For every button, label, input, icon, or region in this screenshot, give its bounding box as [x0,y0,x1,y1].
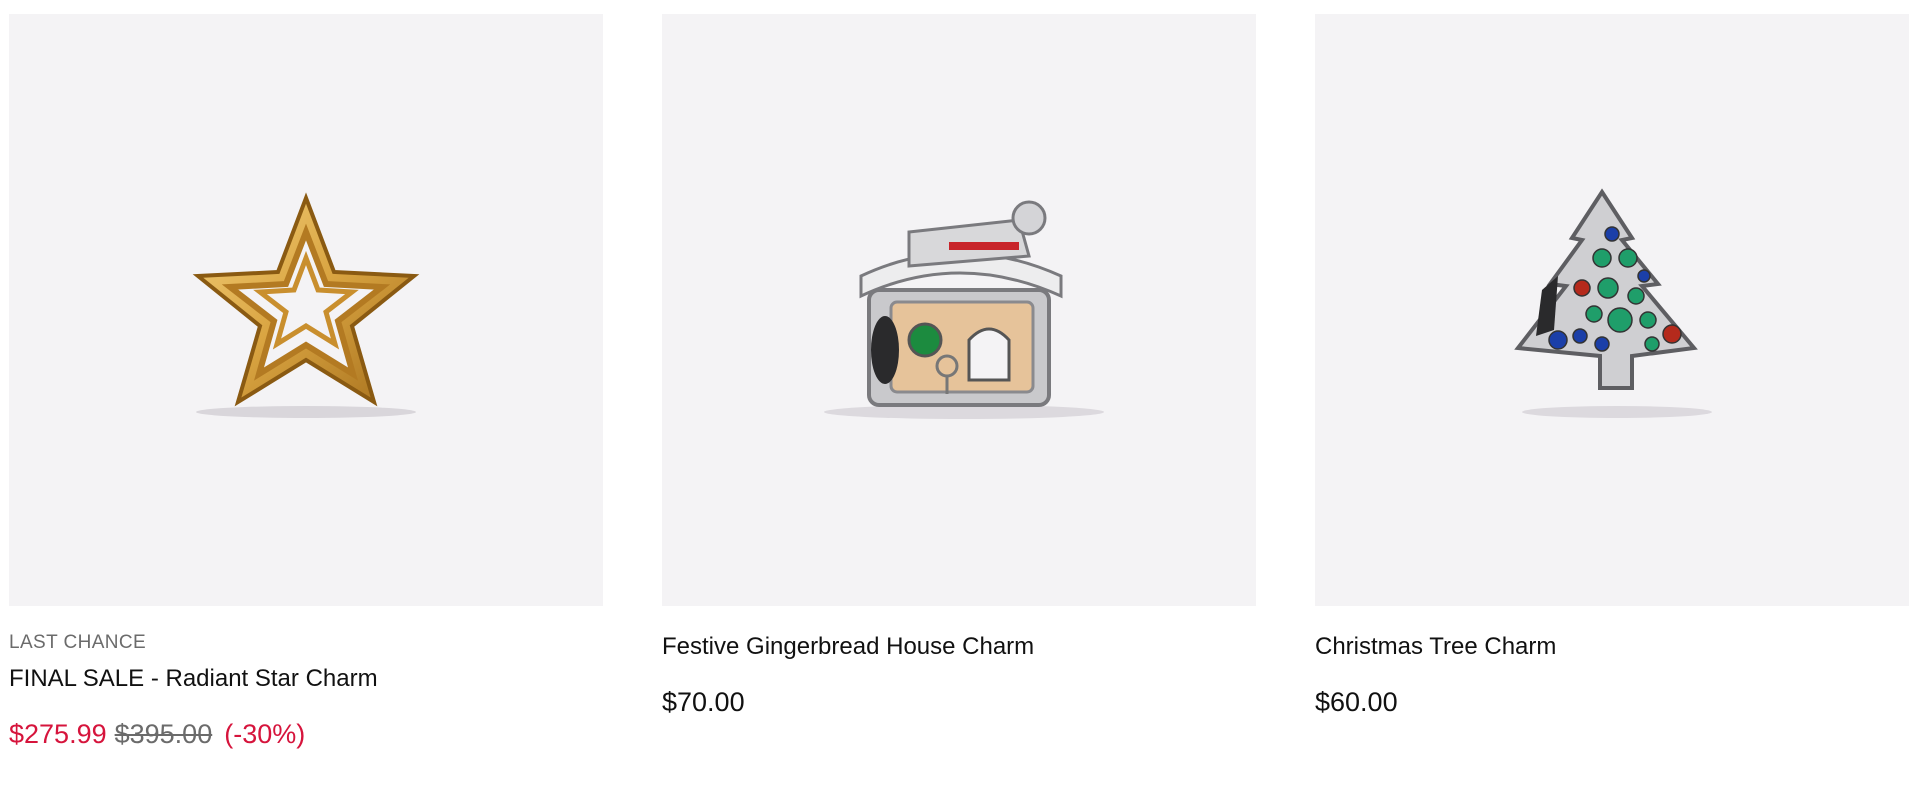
product-info: Christmas Tree Charm $60.00 [1315,606,1909,718]
product-info: Festive Gingerbread House Charm $70.00 [662,606,1256,718]
product-card[interactable]: LAST CHANCE FINAL SALE - Radiant Star Ch… [9,14,603,750]
price-row: $70.00 [662,686,1256,718]
price-row: $60.00 [1315,686,1909,718]
gingerbread-house-charm-icon [824,200,1104,419]
product-grid: LAST CHANCE FINAL SALE - Radiant Star Ch… [9,14,1911,750]
discount-percent: (-30%) [224,719,306,749]
product-image[interactable] [9,14,603,606]
last-chance-badge: LAST CHANCE [9,632,147,653]
product-info: LAST CHANCE FINAL SALE - Radiant Star Ch… [9,606,603,750]
product-card[interactable]: Festive Gingerbread House Charm $70.00 [662,14,1256,750]
price-row: $275.99 $395.00 (-30%) [9,718,603,750]
product-image[interactable] [662,14,1256,606]
product-name[interactable]: Festive Gingerbread House Charm [662,632,1256,662]
christmas-tree-charm-icon [1514,188,1712,418]
sale-price: $275.99 [9,719,107,749]
gold-star-charm-icon [192,192,420,418]
product-card[interactable]: Christmas Tree Charm $60.00 [1315,14,1909,750]
price: $70.00 [662,687,745,717]
product-name[interactable]: FINAL SALE - Radiant Star Charm [9,664,603,694]
product-image[interactable] [1315,14,1909,606]
product-name[interactable]: Christmas Tree Charm [1315,632,1909,662]
original-price: $395.00 [114,719,213,749]
price: $60.00 [1315,687,1398,717]
